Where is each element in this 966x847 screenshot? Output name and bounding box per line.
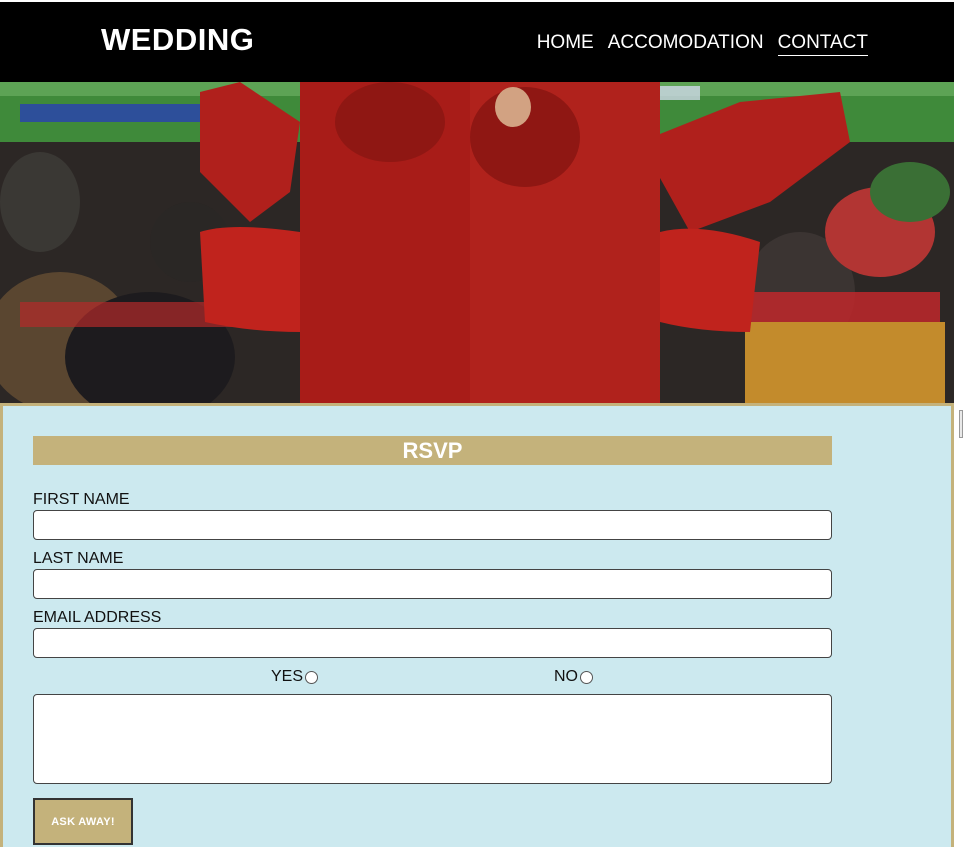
scrollbar-thumb[interactable] <box>959 410 963 438</box>
first-name-input[interactable] <box>33 510 832 540</box>
yes-label: YES <box>271 668 304 685</box>
rsvp-form-section: RSVP FIRST NAME LAST NAME EMAIL ADDRESS … <box>0 403 954 847</box>
nav-accomodation-link[interactable]: ACCOMODATION <box>608 31 764 56</box>
rsvp-heading: RSVP <box>33 436 832 465</box>
last-name-label: LAST NAME <box>33 550 124 567</box>
email-input[interactable] <box>33 628 832 658</box>
first-name-label: FIRST NAME <box>33 491 130 508</box>
ask-away-button[interactable]: ASK AWAY! <box>33 798 133 845</box>
nav-contact-link[interactable]: CONTACT <box>777 31 868 56</box>
yes-option: YES <box>271 668 319 686</box>
no-option: NO <box>554 668 593 686</box>
nav-home-link[interactable]: HOME <box>537 31 594 56</box>
email-label: EMAIL ADDRESS <box>33 609 162 626</box>
hero-photo-illustration <box>0 82 954 403</box>
no-radio[interactable] <box>580 670 593 684</box>
site-brand[interactable]: WEDDING <box>101 22 254 58</box>
main-nav: HOME ACCOMODATION CONTACT <box>537 31 868 56</box>
top-navigation-bar: WEDDING HOME ACCOMODATION CONTACT <box>0 2 954 82</box>
hero-image <box>0 82 954 403</box>
message-textarea[interactable] <box>33 694 832 784</box>
yes-radio[interactable] <box>305 670 319 684</box>
no-label: NO <box>554 668 578 685</box>
last-name-input[interactable] <box>33 569 832 599</box>
